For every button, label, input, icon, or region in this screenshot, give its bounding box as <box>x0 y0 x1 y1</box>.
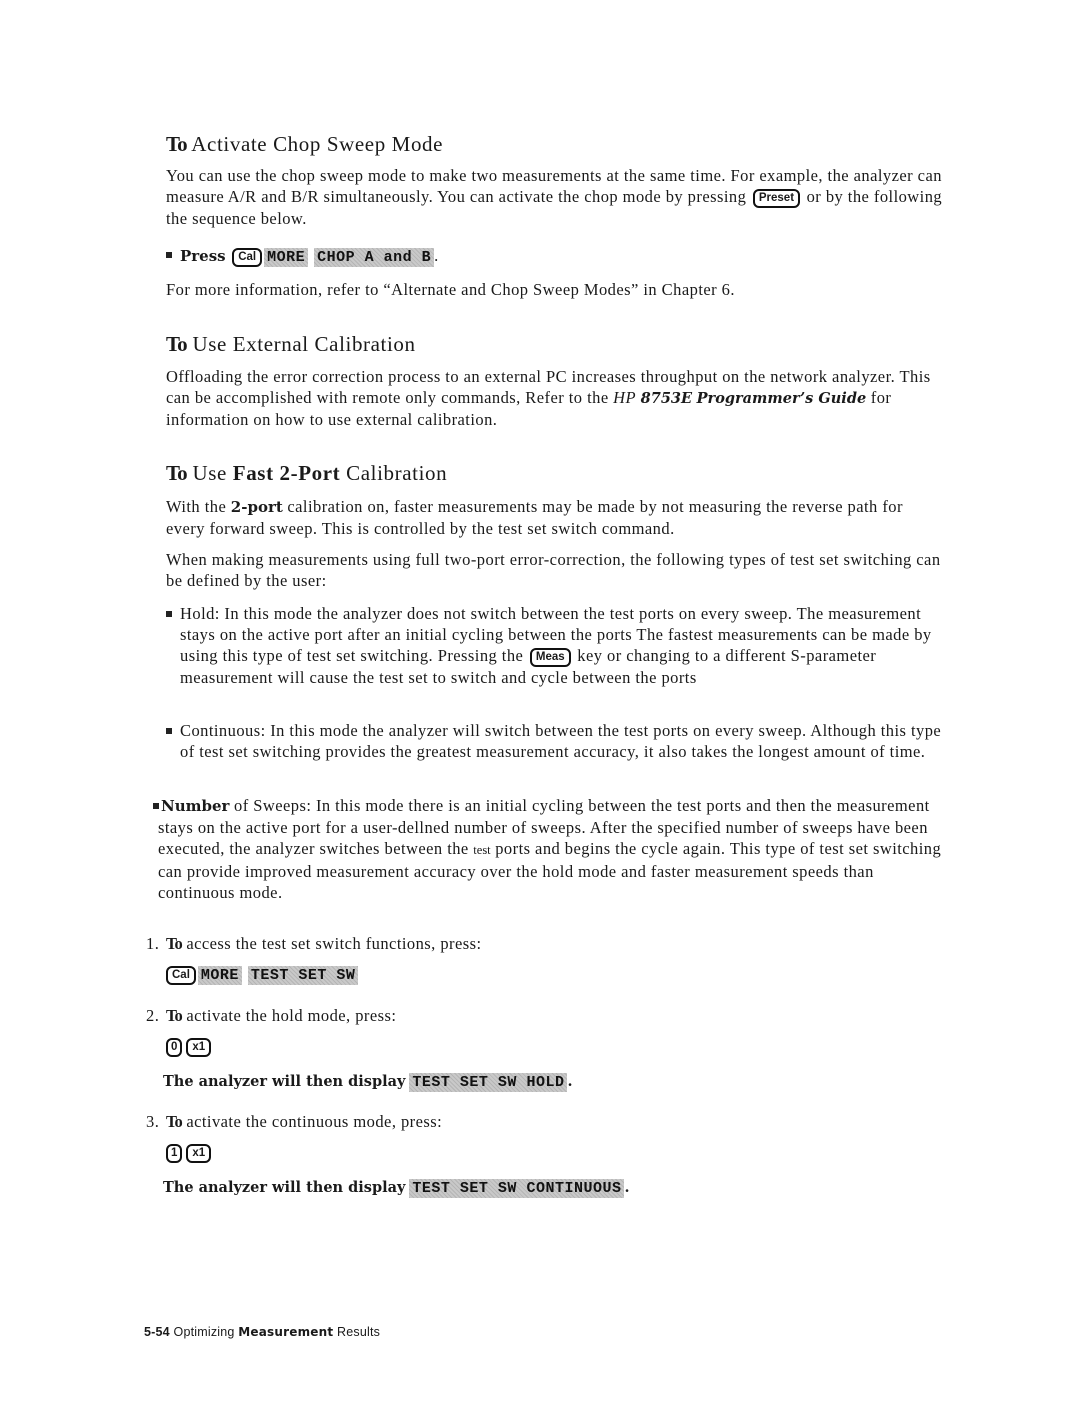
footer-title-2: Measurement <box>238 1325 334 1339</box>
step-1: 1. To access the test set switch function… <box>146 933 482 954</box>
fast-para-bold: 2-port <box>230 498 283 516</box>
bullet-continuous: Continuous: In this mode the analyzer wi… <box>166 720 950 762</box>
ref-model: 8753E <box>640 390 693 407</box>
step-2-display: The analyzer will then display TEST SET S… <box>163 1072 573 1092</box>
heading-to: To <box>166 461 188 485</box>
fast-paragraph-2: When making measurements using full two-… <box>166 550 941 590</box>
fast-paragraph-1: With the 2-port calibration on, faster m… <box>166 496 946 539</box>
heading-text: Use External Calibration <box>192 332 416 356</box>
preset-key: Preset <box>752 189 801 208</box>
number-bold: Number <box>161 797 230 815</box>
zero-key: 0 <box>166 1038 183 1057</box>
bullet-hold: Hold: In this mode the analyzer does not… <box>166 603 950 688</box>
heading-text: Calibration <box>346 461 448 485</box>
step-to: To <box>166 1006 183 1025</box>
cal-key: Cal <box>232 248 263 267</box>
softkey-test-set-sw: TEST SET SW <box>247 966 359 985</box>
period: . <box>434 246 439 265</box>
footer-title-3: Results <box>336 1325 381 1339</box>
softkey-more: MORE <box>197 966 242 985</box>
step-1-keys: Cal MORE TEST SET SW <box>166 966 364 985</box>
display-test-set-sw-continuous: TEST SET SW CONTINUOUS <box>409 1179 625 1198</box>
bullet-icon <box>166 728 172 734</box>
heading-external-calibration: To Use External Calibration <box>166 332 416 357</box>
step-number: 3. <box>146 1112 160 1131</box>
display-label: The analyzer will then display <box>163 1073 406 1090</box>
chop-paragraph: You can use the chop sweep mode to make … <box>166 165 946 229</box>
external-paragraph: Offloading the error correction process … <box>166 366 946 430</box>
chop-more-info: For more information, refer to “Alternat… <box>166 280 735 299</box>
heading-text: Activate Chop Sweep Mode <box>191 132 444 156</box>
page-footer: 5-54 Optimizing Measurement Results <box>144 1325 380 1339</box>
bullet-icon <box>166 611 172 617</box>
display-label: The analyzer will then display <box>163 1179 406 1196</box>
ref-hp: HP <box>613 388 637 407</box>
heading-to: To <box>166 332 188 356</box>
step-2: 2. To activate the hold mode, press: <box>146 1005 396 1026</box>
cal-key: Cal <box>166 966 196 985</box>
continuous-text: Continuous: In this mode the analyzer wi… <box>180 721 942 761</box>
step-text: activate the hold mode, press: <box>186 1006 397 1025</box>
press-label: Press <box>180 247 226 265</box>
heading-to: To <box>166 132 188 156</box>
bullet-number-of-sweeps: Number of Sweeps: In this mode there is … <box>153 795 948 903</box>
step-text: activate the continuous mode, press: <box>186 1112 443 1131</box>
period: . <box>567 1073 573 1090</box>
heading-fast-2port: To Use Fast 2-Port Calibration <box>166 461 447 486</box>
step-2-keys: 0 x1 <box>166 1038 213 1057</box>
step-to: To <box>166 934 183 953</box>
heading-bold: Fast 2-Port <box>232 461 341 485</box>
number-small-test: test <box>473 843 491 857</box>
period: . <box>624 1179 630 1196</box>
manual-page: To Activate Chop Sweep Mode You can use … <box>0 0 1080 1402</box>
meas-key: Meas <box>529 648 571 667</box>
step-text: access the test set switch functions, pr… <box>186 934 482 953</box>
footer-title-1: Optimizing <box>173 1325 235 1339</box>
heading-chop-sweep: To Activate Chop Sweep Mode <box>166 132 443 157</box>
step-3: 3. To activate the continuous mode, press… <box>146 1111 442 1132</box>
x1-key: x1 <box>186 1144 212 1163</box>
step-number: 2. <box>146 1006 160 1025</box>
step-3-keys: 1 x1 <box>166 1144 213 1163</box>
press-cal-instruction: Press Cal MORE CHOP A and B. <box>166 245 956 267</box>
one-key: 1 <box>166 1144 183 1163</box>
softkey-more: MORE <box>264 248 309 267</box>
bullet-icon <box>166 252 172 258</box>
page-number: 5-54 <box>144 1325 170 1339</box>
fast-para-pre: With the <box>166 497 227 516</box>
step-number: 1. <box>146 934 160 953</box>
softkey-chop-a-and-b: CHOP A and B <box>314 248 435 267</box>
step-3-display: The analyzer will then display TEST SET S… <box>163 1178 630 1198</box>
heading-use: Use <box>192 461 227 485</box>
bullet-icon <box>153 803 159 809</box>
x1-key: x1 <box>186 1038 212 1057</box>
display-test-set-sw-hold: TEST SET SW HOLD <box>409 1073 568 1092</box>
step-to: To <box>166 1112 183 1131</box>
ref-programmers-guide: Programmer’s Guide <box>696 390 867 407</box>
